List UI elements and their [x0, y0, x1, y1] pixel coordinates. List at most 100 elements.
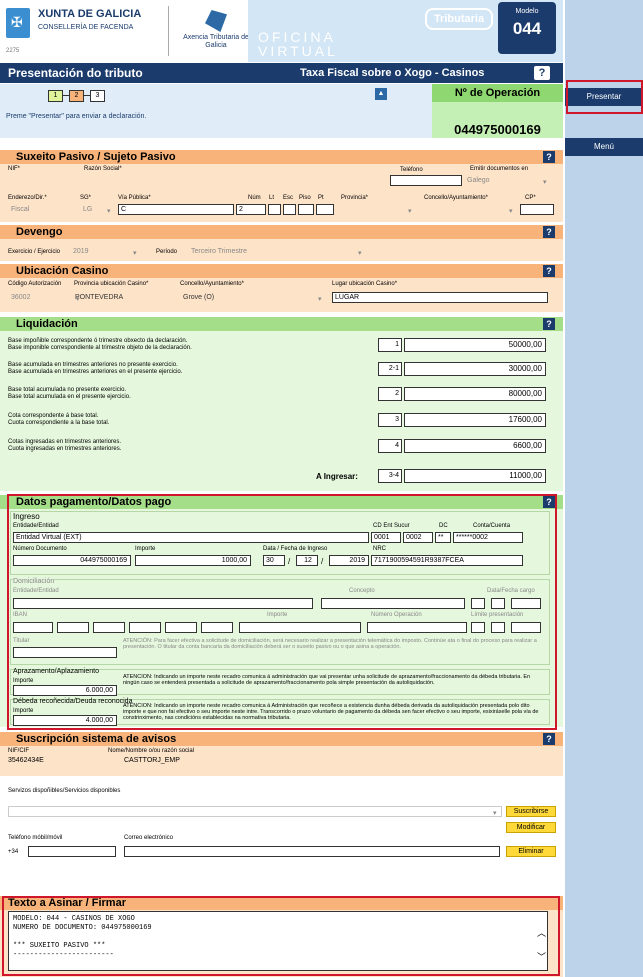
step-3[interactable]: 3	[90, 90, 105, 102]
dropdown-arrow-icon: ▾	[76, 296, 80, 303]
help-icon[interactable]: ?	[534, 66, 550, 80]
ubic-concello-select[interactable]: Grove (O)	[180, 292, 326, 303]
liq-label-es: Base total acumulada en el presente ejer…	[8, 394, 131, 400]
liq-value[interactable]: 50000,00	[404, 338, 546, 352]
ejercicio-label: Exercicio / Ejercicio	[8, 249, 61, 255]
piso-label: Piso	[299, 195, 311, 201]
avisos-nome-value: CASTTORJ_EMP	[124, 757, 180, 764]
liq-code: 2	[378, 387, 402, 401]
org-name: XUNTA DE GALICIA	[38, 8, 142, 20]
collapse-icon[interactable]: ▲	[375, 88, 387, 100]
dropdown-arrow-icon: ▾	[493, 810, 497, 817]
servizos-select[interactable]	[8, 806, 502, 817]
liq-value[interactable]: 30000,00	[404, 362, 546, 376]
enderezo-label: Enderezo/Dir.*	[8, 195, 47, 201]
eliminar-button[interactable]: Eliminar	[506, 846, 556, 857]
logo-code: 2275	[6, 48, 20, 54]
liq-row-label: Cota correspondente á base total. Cuota c…	[8, 413, 378, 427]
movil-label: Teléfono móbil/móvil	[8, 835, 63, 841]
ubicacion-title: Ubicación Casino	[16, 265, 109, 277]
periodo-label: Período	[156, 249, 178, 255]
razon-field[interactable]	[80, 175, 372, 186]
a-ingresar-value[interactable]: 11000,00	[404, 469, 546, 483]
liq-value[interactable]: 80000,00	[404, 387, 546, 401]
liq-value[interactable]: 6600,00	[404, 439, 546, 453]
servizos-label: Servizos dispoñibles/Servicios disponibl…	[8, 788, 121, 794]
highlight-box	[2, 896, 560, 976]
correo-field[interactable]	[124, 846, 500, 857]
lugar-field[interactable]: LUGAR	[332, 292, 548, 303]
liquidacion-title: Liquidación	[16, 318, 78, 330]
enderezo-select[interactable]: Fiscal	[8, 204, 76, 215]
submit-hint: Preme "Presentar" para enviar a declarac…	[6, 113, 147, 120]
codigo-field[interactable]: 36002	[8, 292, 70, 303]
concello-label: Concello/Ayuntamiento*	[424, 195, 488, 201]
help-icon[interactable]: ?	[543, 265, 555, 277]
liq-label-es: Base acumulada en trimestres anteriores …	[8, 369, 183, 375]
cross-icon: ✠	[11, 14, 23, 30]
nif-field[interactable]	[8, 175, 78, 186]
telefono-field[interactable]	[390, 175, 462, 186]
tributaria-badge: Tributaria	[425, 8, 493, 30]
page-header: ✠ XUNTA DE GALICIA CONSELLERÍA DE FACEND…	[0, 0, 563, 62]
highlight-box	[566, 80, 643, 114]
liq-label-es: Cuota ingresadas en trimestres anteriore…	[8, 446, 122, 452]
cp-field[interactable]	[520, 204, 554, 215]
ejercicio-select[interactable]: 2019	[70, 246, 142, 257]
modificar-button[interactable]: Modificar	[506, 822, 556, 833]
liquidacion-header: Liquidación ?	[0, 317, 563, 331]
ubic-provincia-select[interactable]: PONTEVEDRA	[72, 292, 178, 303]
via-field[interactable]: C	[118, 204, 234, 215]
lt-field[interactable]	[268, 204, 281, 215]
sujeto-section: Suxeito Pasivo / Sujeto Pasivo ? NIF* Ra…	[0, 150, 563, 222]
step-1[interactable]: 1	[48, 90, 63, 102]
devengo-header: Devengo ?	[0, 225, 563, 239]
emitir-label: Emitir documentos en	[470, 166, 529, 172]
dropdown-arrow-icon: ▾	[133, 250, 137, 257]
esc-field[interactable]	[283, 204, 296, 215]
concello-select[interactable]	[418, 204, 518, 215]
dropdown-arrow-icon: ▾	[318, 296, 322, 303]
avisos-section: Suscripción sistema de avisos ? NIF/CIF …	[0, 732, 563, 892]
help-icon[interactable]: ?	[543, 151, 555, 163]
step-2[interactable]: 2	[69, 90, 84, 102]
num-field[interactable]: 2	[236, 204, 266, 215]
ubicacion-section: Ubicación Casino ? Código Autorización P…	[0, 264, 563, 312]
a-ingresar-label: A Ingresar:	[316, 472, 358, 481]
liq-value[interactable]: 17600,00	[404, 413, 546, 427]
modelo-label: Modelo	[515, 8, 539, 15]
pt-field[interactable]	[316, 204, 334, 215]
menu-button[interactable]: Menú	[565, 138, 643, 156]
pt-label: Pt	[318, 195, 324, 201]
esc-label: Esc	[283, 195, 294, 201]
sidebar: Presentar Menú	[565, 0, 643, 977]
modelo-value: 044	[512, 19, 542, 38]
razon-label: Razón Social*	[84, 166, 122, 172]
steps-panel: 1 2 3	[0, 84, 432, 138]
dropdown-arrow-icon: ▾	[358, 250, 362, 257]
ubic-concello-label: Concello/Ayuntamiento*	[180, 281, 244, 287]
main-form: ✠ XUNTA DE GALICIA CONSELLERÍA DE FACEND…	[0, 0, 563, 977]
avisos-id-band	[0, 746, 563, 776]
liq-label-es: Base imponible correspondiente al trimes…	[8, 345, 192, 351]
provincia-select[interactable]	[338, 204, 416, 215]
num-label: Núm	[248, 195, 261, 201]
devengo-title: Devengo	[16, 226, 63, 238]
emitir-select[interactable]: Galego	[464, 175, 554, 186]
liq-label-gl: Cotas ingresadas en trimestres anteriore…	[8, 439, 122, 445]
suscribirse-button[interactable]: Suscribirse	[506, 806, 556, 817]
oficina-virtual-title: OFICINA VIRTUAL	[258, 30, 338, 58]
devengo-section: Devengo ? Exercicio / Ejercicio 2019 ▾ P…	[0, 225, 563, 261]
ubicacion-header: Ubicación Casino ?	[0, 264, 563, 278]
telefono-label: Teléfono	[400, 167, 423, 173]
a-ingresar-code: 3-4	[378, 469, 402, 483]
piso-field[interactable]	[298, 204, 314, 215]
help-icon[interactable]: ?	[543, 733, 555, 745]
avisos-nif-label: NIF/CIF	[8, 748, 29, 754]
movil-field[interactable]	[28, 846, 116, 857]
liq-row-label: Base acumulada en trimestres anteriores …	[8, 362, 378, 376]
periodo-select[interactable]: Terceiro Trimestre	[188, 246, 368, 257]
help-icon[interactable]: ?	[543, 318, 555, 330]
lugar-label: Lugar ubicación Casino*	[332, 281, 398, 287]
help-icon[interactable]: ?	[543, 226, 555, 238]
